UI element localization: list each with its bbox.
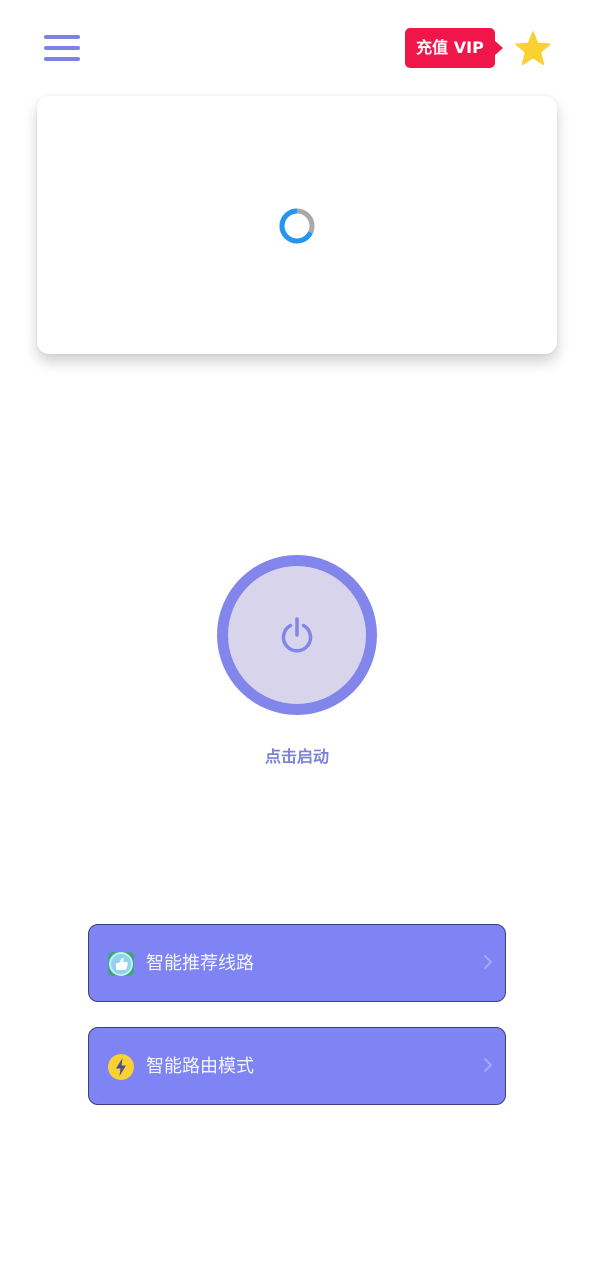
option-label: 智能推荐线路 <box>146 953 254 974</box>
smart-route-line-button[interactable]: 智能推荐线路 <box>88 924 506 1002</box>
option-label: 智能路由模式 <box>146 1056 254 1077</box>
chevron-right-icon <box>483 1057 493 1073</box>
menu-line <box>44 57 80 61</box>
menu-line <box>44 46 80 50</box>
loading-spinner-icon <box>278 207 316 245</box>
lightning-icon <box>107 1053 135 1081</box>
menu-button[interactable] <box>44 35 82 61</box>
smart-routing-mode-button[interactable]: 智能路由模式 <box>88 1027 506 1105</box>
star-icon[interactable] <box>514 30 552 68</box>
power-icon <box>277 615 317 655</box>
status-card <box>37 96 557 354</box>
start-label: 点击启动 <box>264 747 329 766</box>
chevron-right-icon <box>483 954 493 970</box>
thumbs-up-icon <box>107 950 135 978</box>
power-button-inner <box>228 566 366 704</box>
recharge-vip-button[interactable]: 充值 VIP <box>405 28 503 68</box>
vip-badge-arrow <box>494 40 503 56</box>
menu-line <box>44 35 80 39</box>
vip-button-label: 充值 VIP <box>405 28 495 68</box>
power-button[interactable] <box>217 555 377 715</box>
